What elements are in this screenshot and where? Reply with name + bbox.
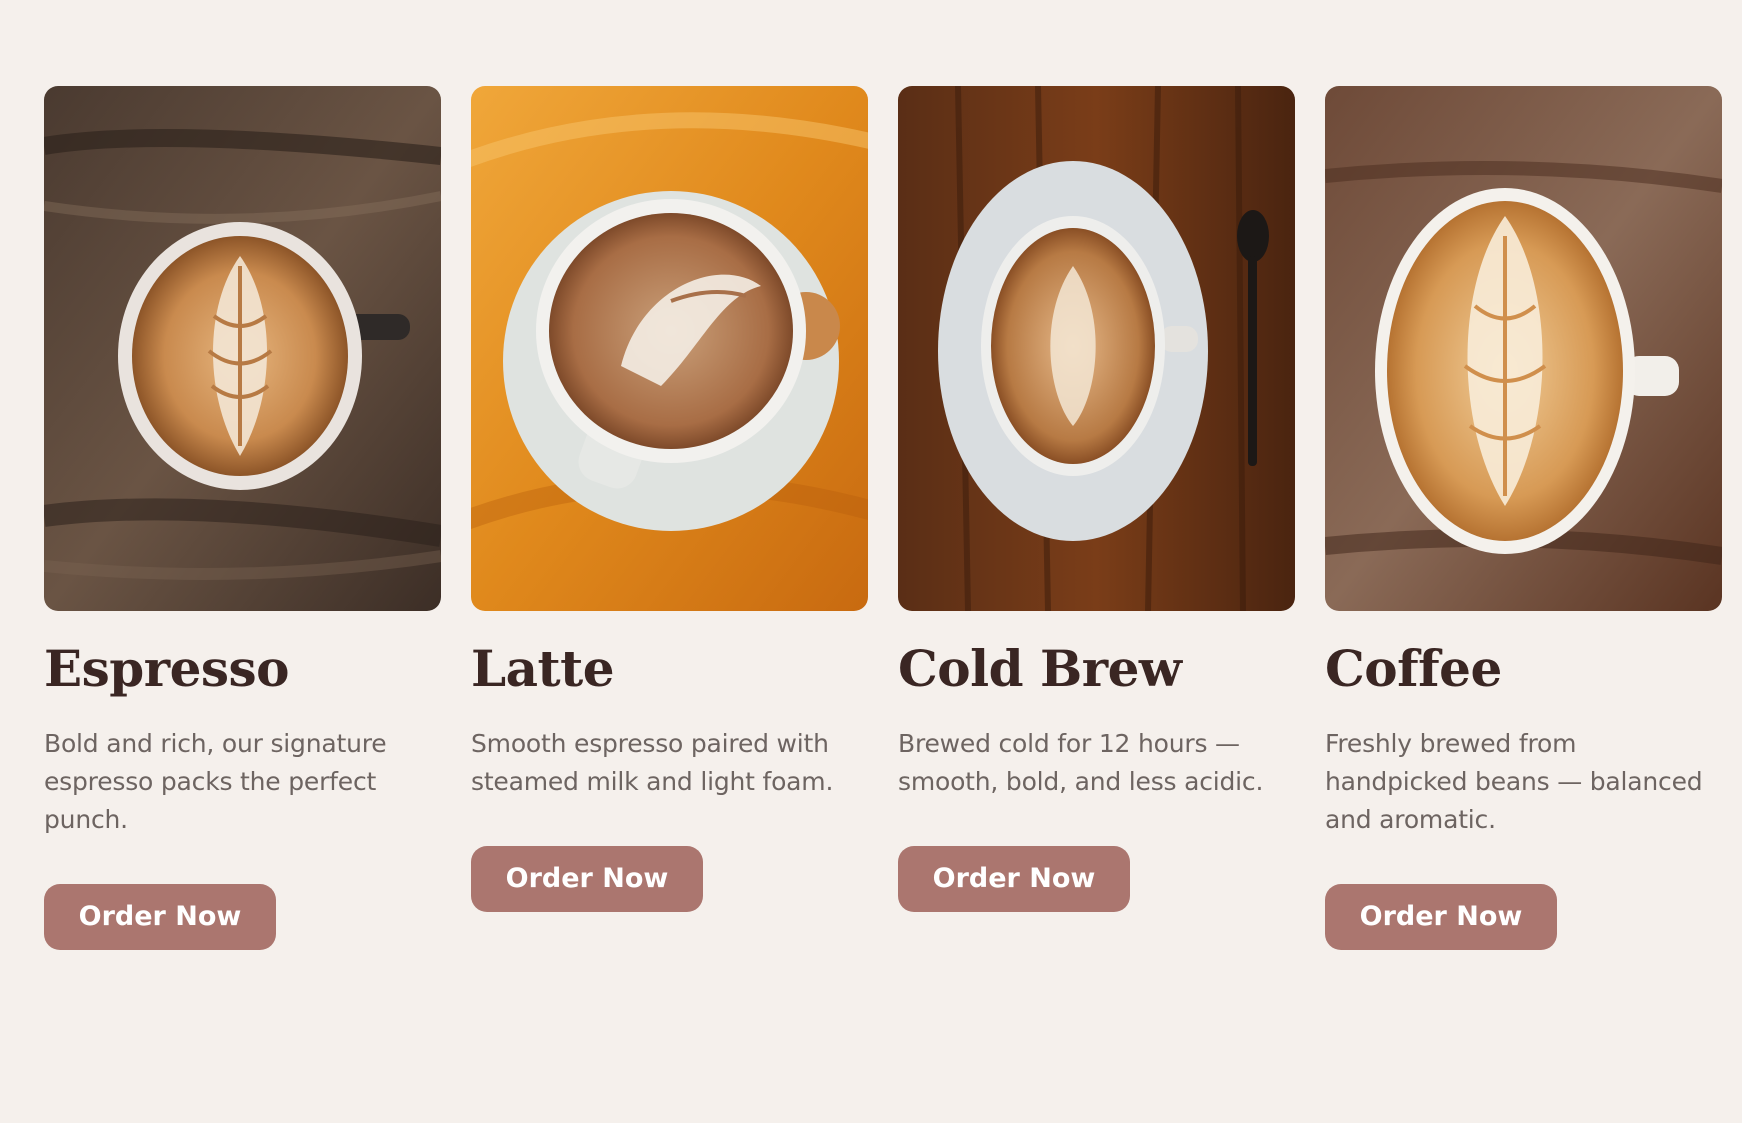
espresso-photo bbox=[44, 86, 441, 611]
product-grid: Espresso Bold and rich, our signature es… bbox=[44, 86, 1724, 950]
product-card-coffee: Coffee Freshly brewed from handpicked be… bbox=[1325, 86, 1722, 950]
product-title: Espresso bbox=[44, 639, 290, 698]
order-now-button[interactable]: Order Now bbox=[44, 884, 276, 950]
product-title: Cold Brew bbox=[898, 639, 1182, 698]
product-card-espresso: Espresso Bold and rich, our signature es… bbox=[44, 86, 441, 950]
product-description: Bold and rich, our signature espresso pa… bbox=[44, 729, 387, 834]
product-card-cold-brew: Cold Brew Brewed cold for 12 hours — smo… bbox=[898, 86, 1295, 912]
product-description: Smooth espresso paired with steamed milk… bbox=[471, 729, 834, 796]
product-description: Brewed cold for 12 hours — smooth, bold,… bbox=[898, 729, 1264, 796]
product-title: Coffee bbox=[1325, 639, 1502, 698]
latte-photo bbox=[471, 86, 868, 611]
coffee-photo bbox=[1325, 86, 1722, 611]
order-now-button[interactable]: Order Now bbox=[1325, 884, 1557, 950]
order-now-button[interactable]: Order Now bbox=[471, 846, 703, 912]
product-card-latte: Latte Smooth espresso paired with steame… bbox=[471, 86, 868, 912]
product-description: Freshly brewed from handpicked beans — b… bbox=[1325, 729, 1703, 834]
order-now-button[interactable]: Order Now bbox=[898, 846, 1130, 912]
product-title: Latte bbox=[471, 639, 615, 698]
cold-brew-photo bbox=[898, 86, 1295, 611]
